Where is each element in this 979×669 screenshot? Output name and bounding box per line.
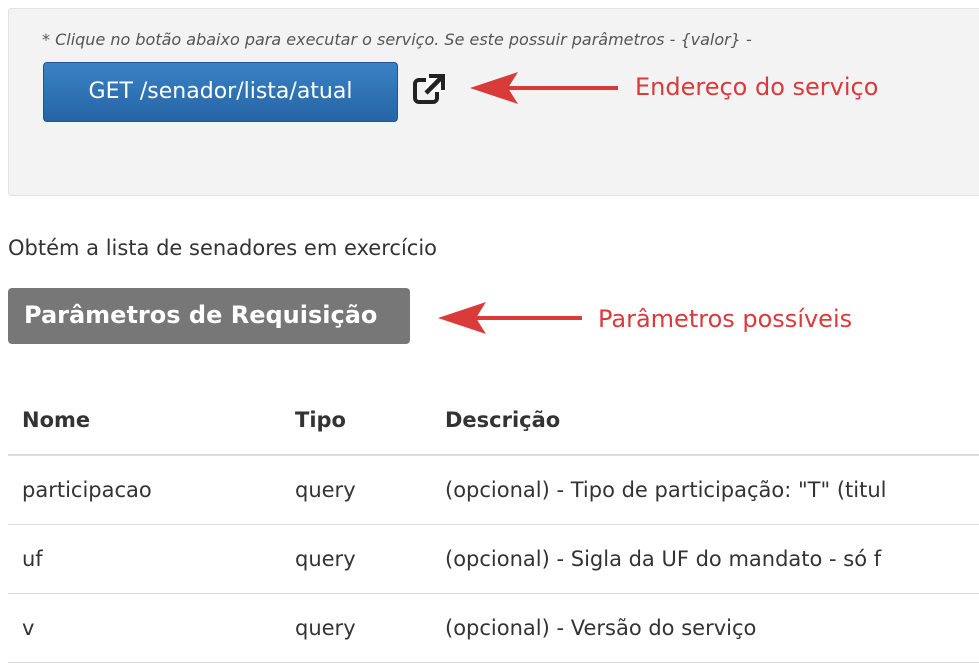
column-header-nome: Nome bbox=[22, 408, 91, 432]
param-name: v bbox=[22, 616, 35, 640]
param-description: (opcional) - Tipo de participação: "T" (… bbox=[445, 478, 887, 502]
table-row: uf query (opcional) - Sigla da UF do man… bbox=[8, 525, 979, 594]
table-header: Nome Tipo Descrição bbox=[8, 386, 979, 456]
endpoint-arrow bbox=[470, 72, 618, 104]
service-description: Obtém a lista de senadores em exercício bbox=[8, 236, 438, 260]
params-table: Nome Tipo Descrição participacao query (… bbox=[8, 386, 979, 663]
params-annotation: Parâmetros possíveis bbox=[598, 305, 853, 333]
params-badge: Parâmetros de Requisição bbox=[8, 288, 410, 344]
param-name: participacao bbox=[22, 478, 152, 502]
param-type: query bbox=[295, 478, 356, 502]
param-description: (opcional) - Versão do serviço bbox=[445, 616, 757, 640]
page: * Clique no botão abaixo para executar o… bbox=[0, 0, 979, 669]
param-type: query bbox=[295, 547, 356, 571]
table-row: participacao query (opcional) - Tipo de … bbox=[8, 456, 979, 525]
param-type: query bbox=[295, 616, 356, 640]
param-name: uf bbox=[22, 547, 43, 571]
endpoint-annotation: Endereço do serviço bbox=[635, 73, 879, 101]
table-row: v query (opcional) - Versão do serviço bbox=[8, 594, 979, 663]
column-header-tipo: Tipo bbox=[295, 408, 346, 432]
get-service-button[interactable]: GET /senador/lista/atual bbox=[43, 62, 398, 122]
column-header-descricao: Descrição bbox=[445, 408, 561, 432]
external-link-icon[interactable] bbox=[412, 72, 446, 106]
param-description: (opcional) - Sigla da UF do mandato - só… bbox=[445, 547, 882, 571]
service-hint: * Clique no botão abaixo para executar o… bbox=[42, 30, 752, 49]
params-arrow bbox=[438, 302, 582, 334]
